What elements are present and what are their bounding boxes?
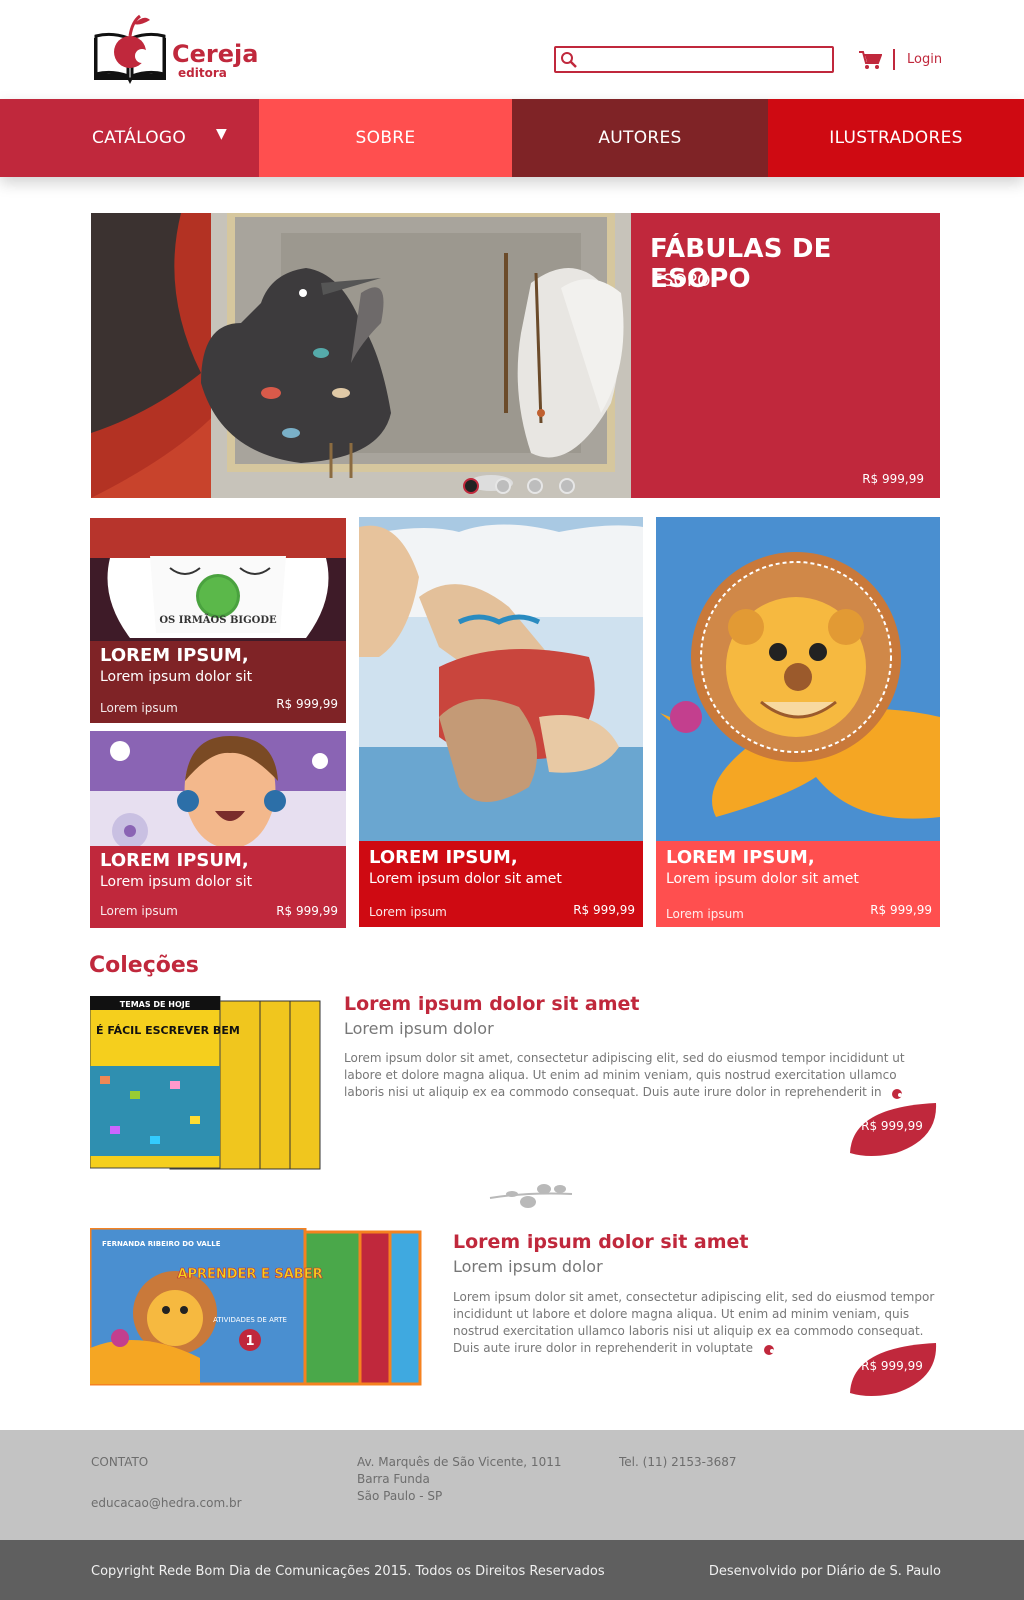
cover-series: TEMAS DE HOJE [120, 1000, 190, 1009]
card-info: LOREM IPSUM, Lorem ipsum dolor sit Lorem… [90, 641, 346, 723]
card-meta: Lorem ipsum [100, 904, 178, 918]
card-meta: Lorem ipsum [369, 905, 447, 919]
nav-autores[interactable]: AUTORES [512, 99, 768, 177]
nav-ilustradores[interactable]: ILUSTRADORES [768, 99, 1024, 177]
hero-slider[interactable]: FÁBULAS DE ESOPO ESOPO R$ 999,99 [91, 213, 940, 498]
collection-2-price-tag[interactable]: R$ 999,99 [846, 1339, 938, 1397]
search-icon[interactable] [560, 51, 578, 69]
developer-credit[interactable]: Desenvolvido por Diário de S. Paulo [709, 1564, 941, 1579]
footer-phone: Tel. (11) 2153-3687 [619, 1455, 737, 1469]
slider-dot-1[interactable] [463, 478, 479, 494]
copyright-bar: Copyright Rede Bom Dia de Comunicações 2… [0, 1540, 1024, 1600]
card-title: LOREM IPSUM, [666, 847, 815, 868]
footer: CONTATO educacao@hedra.com.br Av. Marquê… [0, 1430, 1024, 1540]
cherry-icon [763, 1344, 774, 1355]
collection-2-title[interactable]: Lorem ipsum dolor sit amet [453, 1231, 749, 1253]
cherry-icon [892, 1088, 903, 1099]
branch-divider-icon [489, 1184, 573, 1208]
book-card-2[interactable]: LOREM IPSUM, Lorem ipsum dolor sit Lorem… [90, 731, 346, 928]
nav-sobre[interactable]: SOBRE [259, 99, 512, 177]
cover-author: FERNANDA RIBEIRO DO VALLE [102, 1240, 221, 1248]
search-input[interactable] [582, 50, 828, 69]
footer-email[interactable]: educacao@hedra.com.br [91, 1496, 242, 1510]
card-info: LOREM IPSUM, Lorem ipsum dolor sit Lorem… [90, 846, 346, 928]
card-meta: Lorem ipsum [666, 907, 744, 921]
hero-price: R$ 999,99 [862, 472, 924, 486]
collection-1-price-tag[interactable]: R$ 999,99 [846, 1099, 938, 1157]
collection-1-price: R$ 999,99 [861, 1119, 923, 1133]
cover-title: APRENDER E SABER [177, 1267, 322, 1282]
slider-dot-4[interactable] [559, 478, 575, 494]
cover-title: OS IRMÃOS BIGODE [159, 614, 277, 626]
card-price: R$ 999,99 [276, 904, 338, 918]
card-price: R$ 999,99 [870, 903, 932, 917]
card-info: LOREM IPSUM, Lorem ipsum dolor sit amet … [656, 841, 940, 927]
card-title: LOREM IPSUM, [100, 645, 249, 666]
cover-volume: 1 [245, 1334, 254, 1349]
copyright-text: Copyright Rede Bom Dia de Comunicações 2… [91, 1564, 605, 1579]
hero-info-panel[interactable]: FÁBULAS DE ESOPO ESOPO R$ 999,99 [631, 213, 940, 498]
cereja-logo[interactable]: Cereja editora [90, 10, 260, 88]
card-price: R$ 999,99 [276, 697, 338, 711]
nav-catalogo-label: CATÁLOGO [92, 128, 187, 148]
card-subtitle: Lorem ipsum dolor sit amet [666, 871, 859, 887]
brand-subtitle: editora [178, 66, 227, 80]
collection-2-price: R$ 999,99 [861, 1359, 923, 1373]
slider-dots [463, 478, 575, 494]
caret-down-icon[interactable]: ▼ [216, 126, 227, 142]
cart-icon[interactable] [858, 50, 882, 70]
card-price: R$ 999,99 [573, 903, 635, 917]
book-cherry-icon [94, 14, 166, 84]
card-subtitle: Lorem ipsum dolor sit [100, 874, 253, 890]
main-nav: CATÁLOGO ▼ SOBRE AUTORES ILUSTRADORES [0, 99, 1024, 177]
book-card-1[interactable]: OS IRMÃOS BIGODE LOREM IPSUM, Lorem ipsu… [90, 518, 346, 723]
footer-contact-label: CONTATO [91, 1455, 149, 1469]
card-title: LOREM IPSUM, [100, 850, 249, 871]
nav-catalogo[interactable]: CATÁLOGO ▼ [0, 99, 259, 177]
footer-address-line1: Av. Marquês de São Vicente, 1011 [357, 1455, 562, 1469]
cover-title: É FÁCIL ESCREVER BEM [96, 1024, 240, 1037]
brand-name: Cereja [172, 40, 259, 68]
header-divider [893, 49, 895, 70]
card-info: LOREM IPSUM, Lorem ipsum dolor sit amet … [359, 841, 643, 927]
search-box[interactable] [554, 46, 834, 73]
slider-dot-2[interactable] [495, 478, 511, 494]
card-meta: Lorem ipsum [100, 701, 178, 715]
hero-author: ESOPO [652, 271, 711, 291]
card-subtitle: Lorem ipsum dolor sit amet [369, 871, 562, 887]
card-subtitle: Lorem ipsum dolor sit [100, 669, 253, 685]
collection-2-covers[interactable]: FERNANDA RIBEIRO DO VALLE APRENDER E SAB… [88, 1226, 425, 1388]
book-card-3[interactable]: LOREM IPSUM, Lorem ipsum dolor sit amet … [359, 517, 643, 927]
colecoes-heading: Coleções [89, 953, 199, 978]
collection-1-covers[interactable]: TEMAS DE HOJE É FÁCIL ESCREVER BEM [89, 995, 325, 1176]
collection-1-title[interactable]: Lorem ipsum dolor sit amet [344, 993, 640, 1015]
collection-1-subtitle: Lorem ipsum dolor [344, 1019, 494, 1038]
collection-2-subtitle: Lorem ipsum dolor [453, 1257, 603, 1276]
login-link[interactable]: Login [907, 52, 942, 67]
cover-label: ATIVIDADES DE ARTE [213, 1316, 287, 1324]
slider-dot-3[interactable] [527, 478, 543, 494]
footer-address-line2: Barra Funda [357, 1472, 430, 1486]
site-header: Cereja editora Login [0, 0, 1024, 99]
card-title: LOREM IPSUM, [369, 847, 518, 868]
book-card-4[interactable]: LOREM IPSUM, Lorem ipsum dolor sit amet … [656, 517, 940, 927]
hero-illustration[interactable] [91, 213, 631, 498]
footer-address-line3: São Paulo - SP [357, 1489, 443, 1503]
collection-1-description-text: Lorem ipsum dolor sit amet, consectetur … [344, 1051, 905, 1099]
collection-1-description: Lorem ipsum dolor sit amet, consectetur … [344, 1050, 940, 1101]
